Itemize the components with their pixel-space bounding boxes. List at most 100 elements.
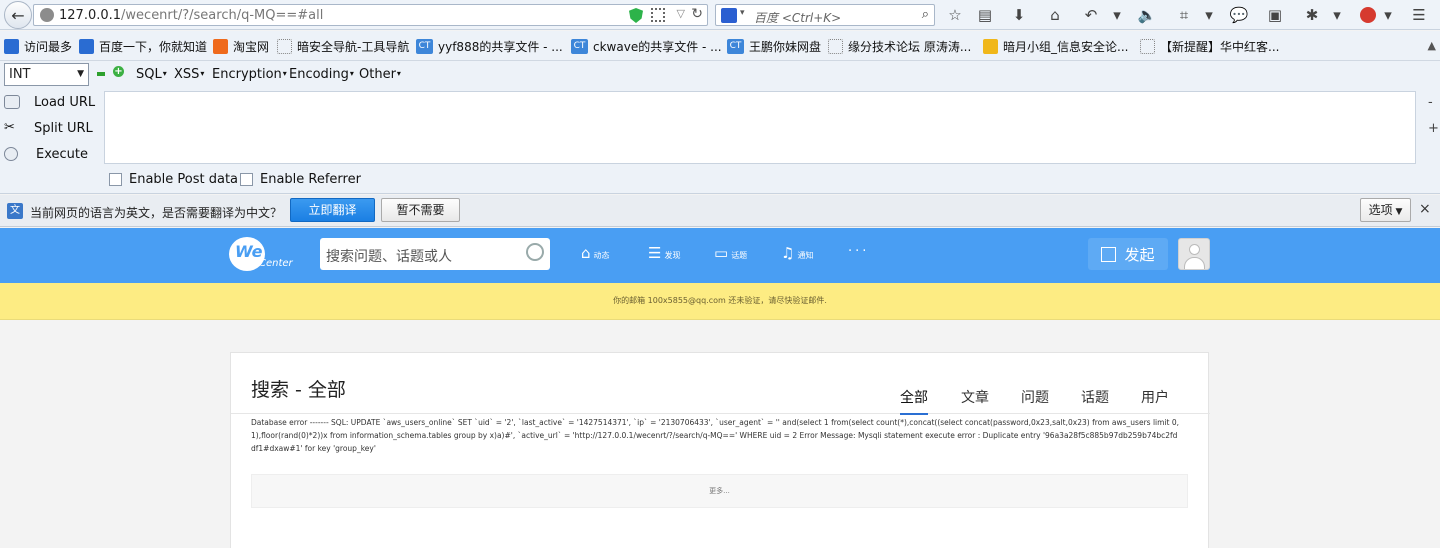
logo-center: Center bbox=[259, 258, 293, 269]
baidu-engine-icon[interactable] bbox=[721, 8, 737, 23]
publish-label: 发起 bbox=[1124, 245, 1155, 264]
translate-options-button[interactable]: 选项 ▼ bbox=[1360, 198, 1411, 222]
nav-discover[interactable]: ☰ 发现 bbox=[648, 246, 680, 261]
bookmark-item[interactable]: 缘分技术论坛 原涛涛... bbox=[828, 38, 971, 55]
bookmark-item[interactable]: 访问最多 bbox=[4, 38, 72, 55]
bookmark-item[interactable]: 淘宝网 bbox=[213, 38, 269, 55]
dropdown-arrow-icon[interactable]: ▽ bbox=[677, 7, 685, 20]
qr-code-icon[interactable] bbox=[651, 8, 665, 22]
avatar[interactable] bbox=[1178, 238, 1210, 270]
url-text[interactable]: 127.0.0.1/wecenrt/?/search/q-MQ==#all bbox=[59, 8, 323, 23]
cup-icon bbox=[983, 39, 998, 54]
enable-referrer-checkbox[interactable]: Enable Referrer bbox=[240, 172, 361, 187]
play-icon bbox=[4, 147, 18, 161]
search-tabs: 搜索 - 全部 全部 文章 问题 话题 用户 bbox=[231, 353, 1210, 415]
menu-label: XSS bbox=[174, 67, 200, 82]
reader-icon[interactable]: ▣ bbox=[1264, 4, 1286, 26]
enable-post-checkbox[interactable]: Enable Post data bbox=[109, 172, 238, 187]
dropdown-arrow-icon: ▾ bbox=[396, 69, 401, 78]
bug-dropdown-icon[interactable]: ▾ bbox=[1326, 4, 1348, 26]
chat-bubble-icon[interactable]: 💬 bbox=[1228, 4, 1250, 26]
menu-encoding[interactable]: Encoding▾ bbox=[289, 67, 354, 82]
download-icon[interactable]: ⬇ bbox=[1008, 4, 1030, 26]
tab-questions[interactable]: 问题 bbox=[1021, 387, 1049, 407]
reading-list-icon[interactable]: ▤ bbox=[974, 4, 996, 26]
dropdown-arrow-icon: ▾ bbox=[200, 69, 205, 78]
minus-icon[interactable] bbox=[97, 72, 105, 76]
translate-now-button[interactable]: 立即翻译 bbox=[290, 198, 375, 222]
bookmark-item[interactable]: CT 王鹏你妹网盘 bbox=[727, 38, 821, 55]
hackbar: INT ▼ + SQL▾ XSS▾ Encryption▾ Encoding▾ O… bbox=[0, 61, 1440, 194]
addon-icon[interactable] bbox=[1357, 4, 1379, 26]
tab-articles[interactable]: 文章 bbox=[961, 387, 989, 407]
shrink-textarea-button[interactable]: - bbox=[1428, 95, 1433, 110]
url-bar[interactable]: 127.0.0.1/wecenrt/?/search/q-MQ==#all ▽ … bbox=[33, 4, 708, 26]
taobao-icon bbox=[213, 39, 228, 54]
url-path: /wecenrt/?/search/q-MQ==#all bbox=[121, 8, 324, 23]
bookmark-item[interactable]: 百度一下，你就知道 bbox=[79, 38, 207, 55]
bookmark-item[interactable]: CT yyf888的共享文件 - ... bbox=[416, 38, 563, 55]
addon-dropdown-icon[interactable]: ▾ bbox=[1377, 4, 1399, 26]
split-url-label: Split URL bbox=[34, 120, 93, 136]
user-head-icon bbox=[1189, 244, 1200, 255]
publish-plus-icon bbox=[1101, 246, 1117, 262]
site-search-input[interactable]: 搜索问题、话题或人 bbox=[320, 238, 550, 270]
load-url-button[interactable]: Load URL bbox=[4, 91, 95, 113]
expand-textarea-button[interactable]: + bbox=[1428, 121, 1439, 136]
not-now-button[interactable]: 暂不需要 bbox=[381, 198, 460, 222]
user-body-icon bbox=[1184, 257, 1205, 269]
search-icon[interactable] bbox=[526, 243, 544, 261]
bookmark-star-icon[interactable]: ☆ bbox=[944, 4, 966, 26]
tab-topics[interactable]: 话题 bbox=[1081, 387, 1109, 407]
tab-all[interactable]: 全部 bbox=[900, 387, 928, 415]
dropdown-arrow-icon: ▾ bbox=[282, 69, 287, 78]
execute-label: Execute bbox=[36, 146, 88, 162]
translate-bar: 文 当前网页的语言为英文，是否需要翻译为中文？ 立即翻译 暂不需要 选项 ▼ × bbox=[0, 195, 1440, 227]
undo-icon[interactable]: ↶ bbox=[1080, 4, 1102, 26]
browser-search-bar[interactable]: ▾ 百度 <Ctrl+K> ⌕ bbox=[715, 4, 935, 26]
split-url-button[interactable]: ✂ Split URL bbox=[4, 117, 93, 139]
nav-topic[interactable]: ▭ 话题 bbox=[714, 246, 747, 261]
bookmark-item[interactable]: 暗月小组_信息安全论... bbox=[983, 38, 1128, 55]
ct-icon: CT bbox=[571, 39, 588, 54]
chevron-down-icon: ▼ bbox=[1392, 207, 1403, 217]
bookmark-label: 访问最多 bbox=[24, 40, 73, 54]
bookmark-item[interactable]: CT ckwave的共享文件 - ... bbox=[571, 38, 722, 55]
menu-xss[interactable]: XSS▾ bbox=[174, 67, 204, 82]
type-select[interactable]: INT ▼ bbox=[4, 63, 89, 86]
publish-button[interactable]: 发起 bbox=[1088, 238, 1168, 270]
plus-icon[interactable]: + bbox=[113, 66, 124, 77]
bookmark-item[interactable]: 【新提醒】华中红客... bbox=[1140, 38, 1279, 55]
nav-dynamic[interactable]: ⌂ 动态 bbox=[581, 246, 610, 261]
back-button[interactable]: ← bbox=[4, 1, 32, 29]
menu-other[interactable]: Other▾ bbox=[359, 67, 401, 82]
tab-users[interactable]: 用户 bbox=[1141, 387, 1169, 407]
shield-icon[interactable] bbox=[629, 8, 643, 23]
bookmark-item[interactable]: 暗安全导航-工具导航 bbox=[277, 38, 409, 55]
reload-icon[interactable]: ↻ bbox=[691, 6, 703, 22]
crop-icon[interactable]: ⌗ bbox=[1173, 4, 1195, 26]
bug-icon[interactable]: ✱ bbox=[1301, 4, 1323, 26]
undo-dropdown-icon[interactable]: ▾ bbox=[1106, 4, 1128, 26]
checkbox-box[interactable] bbox=[240, 173, 253, 186]
bookmark-label: 暗月小组_信息安全论... bbox=[1003, 40, 1129, 54]
bookmarks-overflow-icon[interactable]: ▲ bbox=[1428, 39, 1436, 52]
close-icon[interactable]: × bbox=[1419, 201, 1431, 217]
search-icon[interactable]: ⌕ bbox=[922, 7, 929, 22]
menu-sql[interactable]: SQL▾ bbox=[136, 67, 167, 82]
crop-dropdown-icon[interactable]: ▾ bbox=[1198, 4, 1220, 26]
nav-more-button[interactable]: ··· bbox=[848, 244, 869, 259]
speaker-icon[interactable]: 🔈 bbox=[1136, 4, 1158, 26]
engine-dropdown-icon[interactable]: ▾ bbox=[740, 8, 745, 18]
nav-notify[interactable]: ♫ 通知 bbox=[781, 246, 813, 261]
checkbox-box[interactable] bbox=[109, 173, 122, 186]
execute-button[interactable]: Execute bbox=[4, 143, 88, 165]
bookmark-label: 百度一下，你就知道 bbox=[99, 40, 208, 54]
hackbar-url-textarea[interactable] bbox=[104, 91, 1416, 164]
wecenter-logo[interactable]: We Center bbox=[229, 235, 293, 275]
load-more-button[interactable]: 更多... bbox=[251, 474, 1188, 508]
menu-encryption[interactable]: Encryption▾ bbox=[212, 67, 287, 82]
menu-icon[interactable]: ☰ bbox=[1408, 4, 1430, 26]
menu-label: Encryption bbox=[212, 67, 282, 82]
home-icon[interactable]: ⌂ bbox=[1044, 4, 1066, 26]
